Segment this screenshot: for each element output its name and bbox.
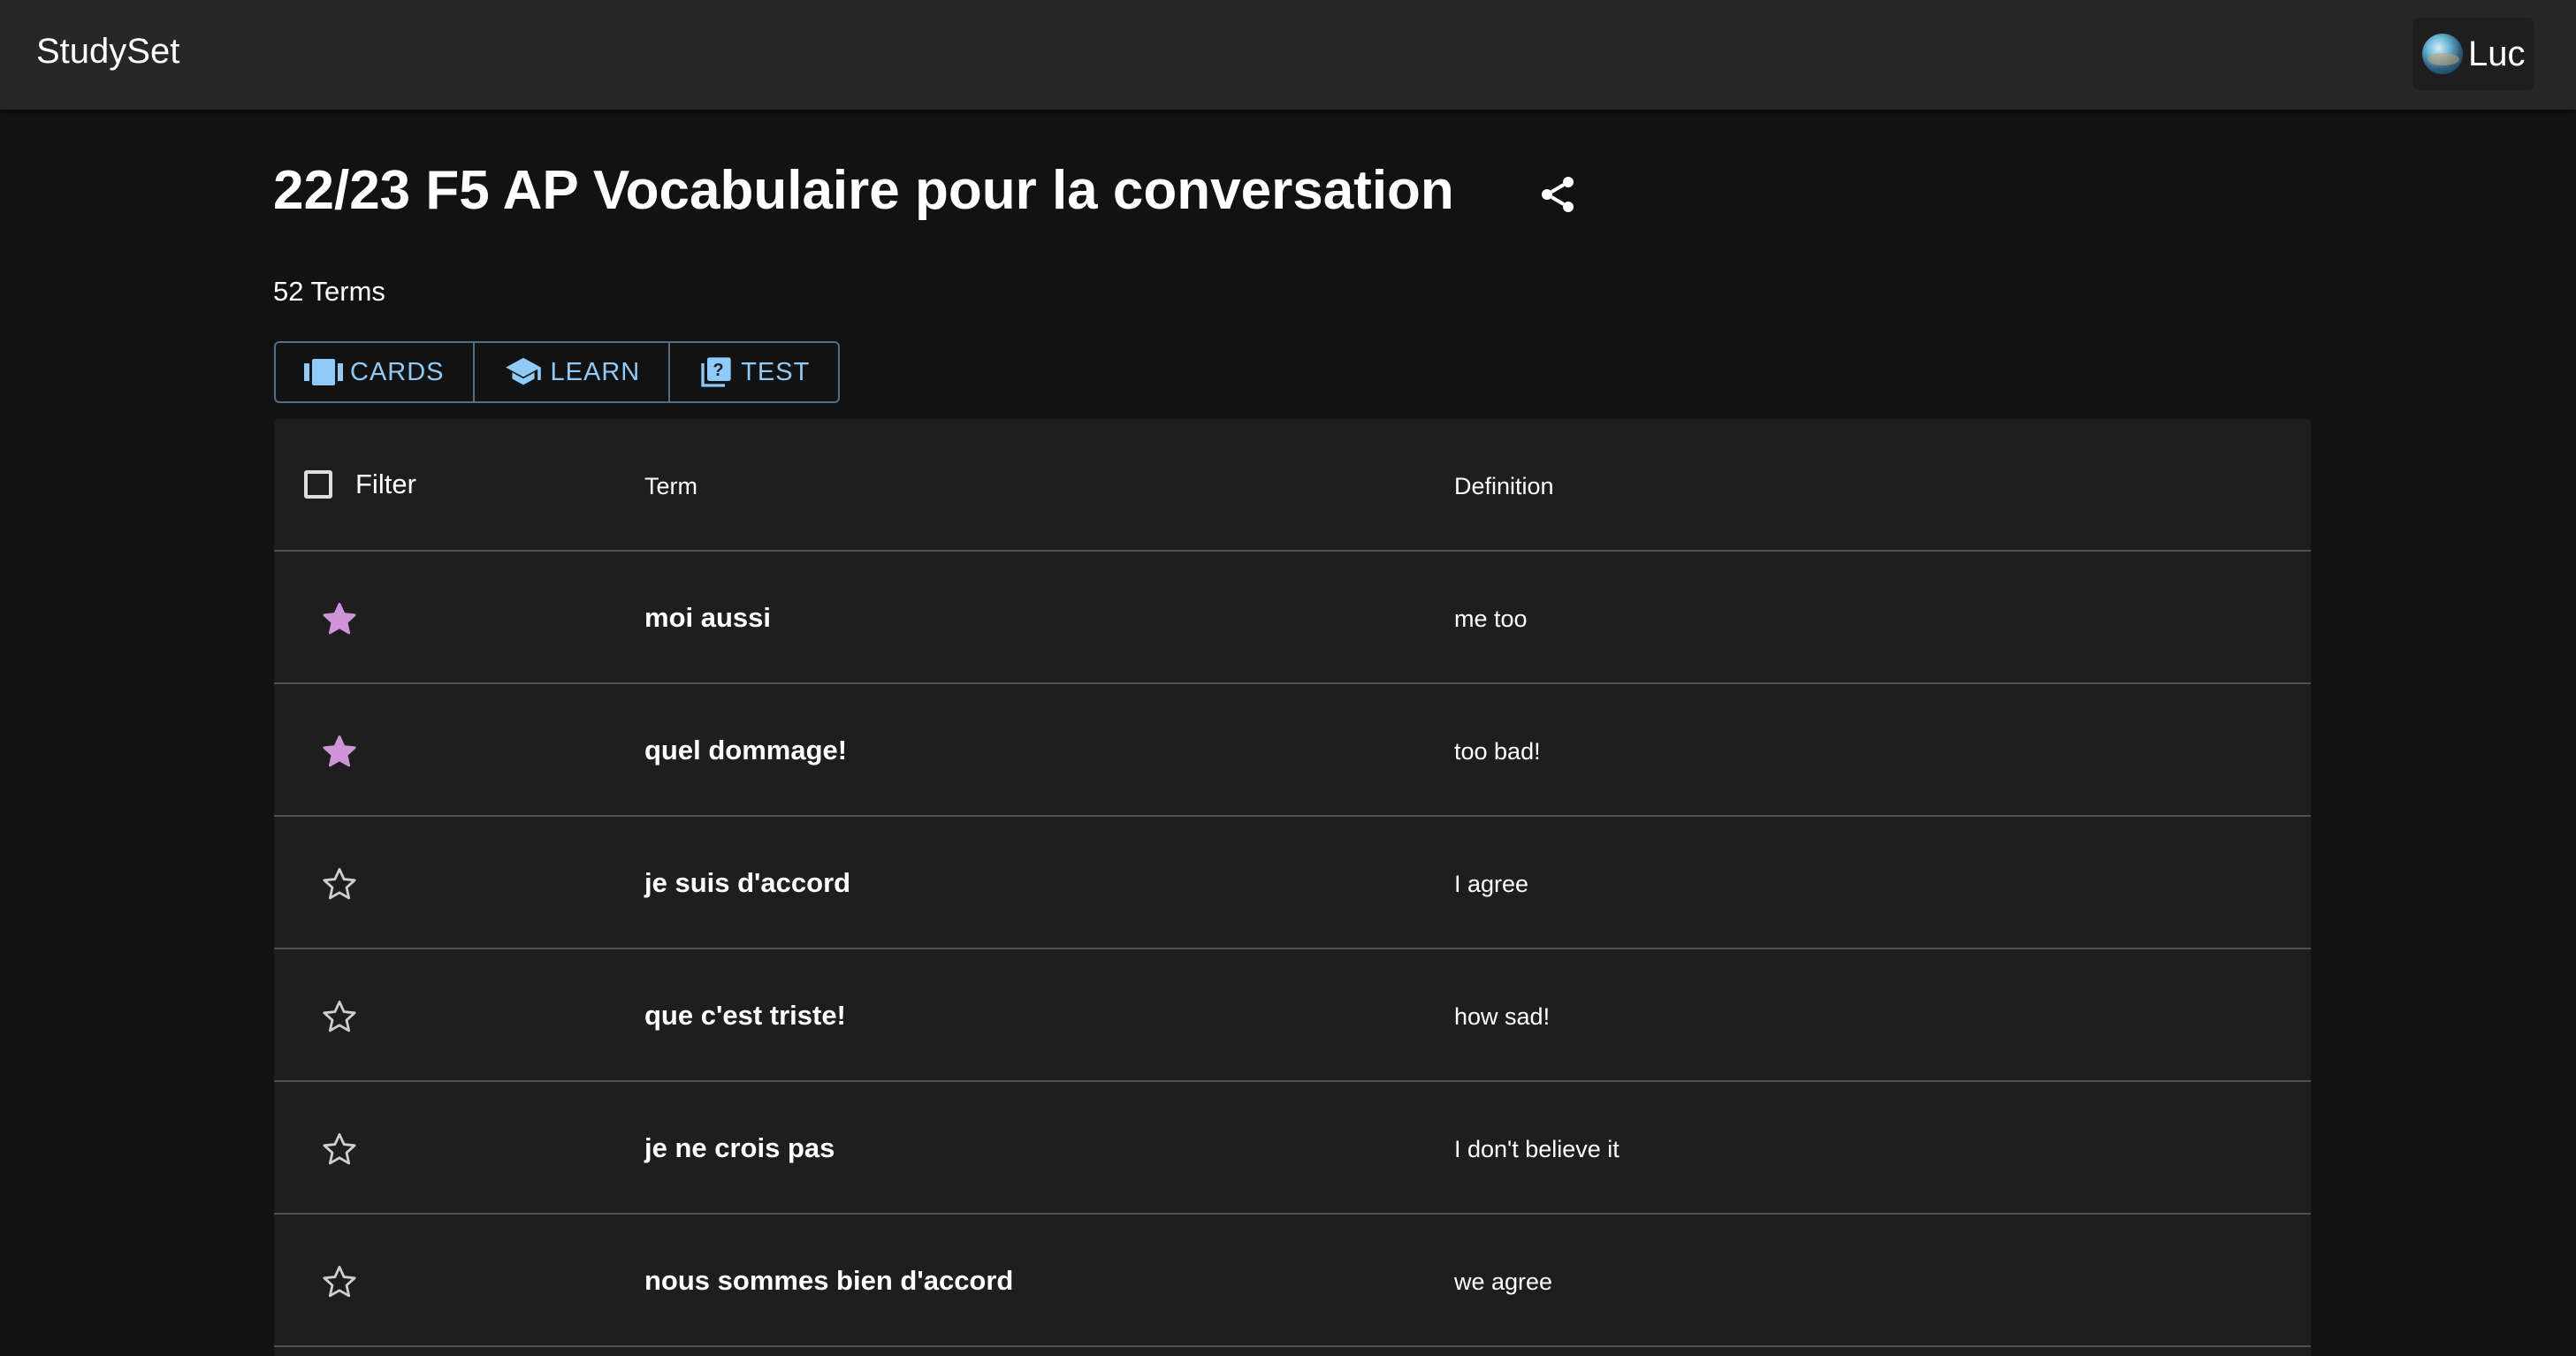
table-row: je suis d'accord I agree [274,817,2311,949]
page-title: 22/23 F5 AP Vocabulaire pour la conversa… [273,160,1454,221]
definition-text: we agree [1454,1268,1553,1295]
star-filled-icon[interactable] [321,600,358,637]
user-name: Luc [2468,34,2526,73]
star-outline-icon[interactable] [321,1131,358,1168]
star-filled-icon[interactable] [321,733,358,770]
test-button-label: TEST [741,357,811,386]
share-icon[interactable] [1536,173,1579,216]
term-text: je suis d'accord [644,867,851,898]
definition-text: I agree [1454,871,1529,897]
study-mode-group: CARDS LEARN ? TEST [274,341,841,403]
cards-button[interactable]: CARDS [276,343,473,401]
table-row: nous sommes bien d'accord we agree [274,1215,2311,1347]
table-row: que c'est triste! how sad! [274,949,2311,1082]
definition-column-header: Definition [1454,473,1554,499]
star-outline-icon[interactable] [321,1263,358,1300]
learn-button[interactable]: LEARN [472,343,669,401]
star-outline-icon[interactable] [321,998,358,1035]
term-text: nous sommes bien d'accord [644,1265,1014,1296]
user-menu-button[interactable]: Luc [2412,18,2534,90]
test-button[interactable]: ? TEST [668,343,838,401]
filter-label: Filter [355,469,416,499]
term-text: moi aussi [644,602,771,633]
graduation-cap-icon [505,357,541,385]
definition-text: I don't believe it [1454,1136,1620,1162]
cards-icon [304,359,343,385]
learn-button-label: LEARN [550,357,641,386]
filter-checkbox[interactable] [304,470,332,499]
table-row: moi aussi me too [274,552,2311,684]
term-text: que c'est triste! [644,1000,846,1031]
definition-text: how sad! [1454,1003,1551,1030]
term-text: je ne crois pas [644,1132,835,1163]
quiz-icon: ? [701,357,731,387]
table-row: quel dommage! too bad! [274,684,2311,817]
term-column-header: Term [644,473,697,499]
term-count: 52 Terms [273,276,385,307]
avatar [2422,34,2463,74]
cards-button-label: CARDS [350,357,445,386]
svg-text:?: ? [713,361,726,380]
definition-text: too bad! [1454,738,1541,765]
table-row: je ne crois pas I don't believe it [274,1082,2311,1215]
definition-text: me too [1454,606,1528,632]
app-bar: StudySet Luc [0,0,2576,110]
table-header: Filter Term Definition [274,419,2311,552]
term-text: quel dommage! [644,735,848,766]
terms-table: Filter Term Definition moi aussi me too qu… [274,419,2311,1356]
filter-toggle[interactable]: Filter [304,469,416,500]
star-outline-icon[interactable] [321,865,358,903]
brand-logo[interactable]: StudySet [36,27,179,76]
